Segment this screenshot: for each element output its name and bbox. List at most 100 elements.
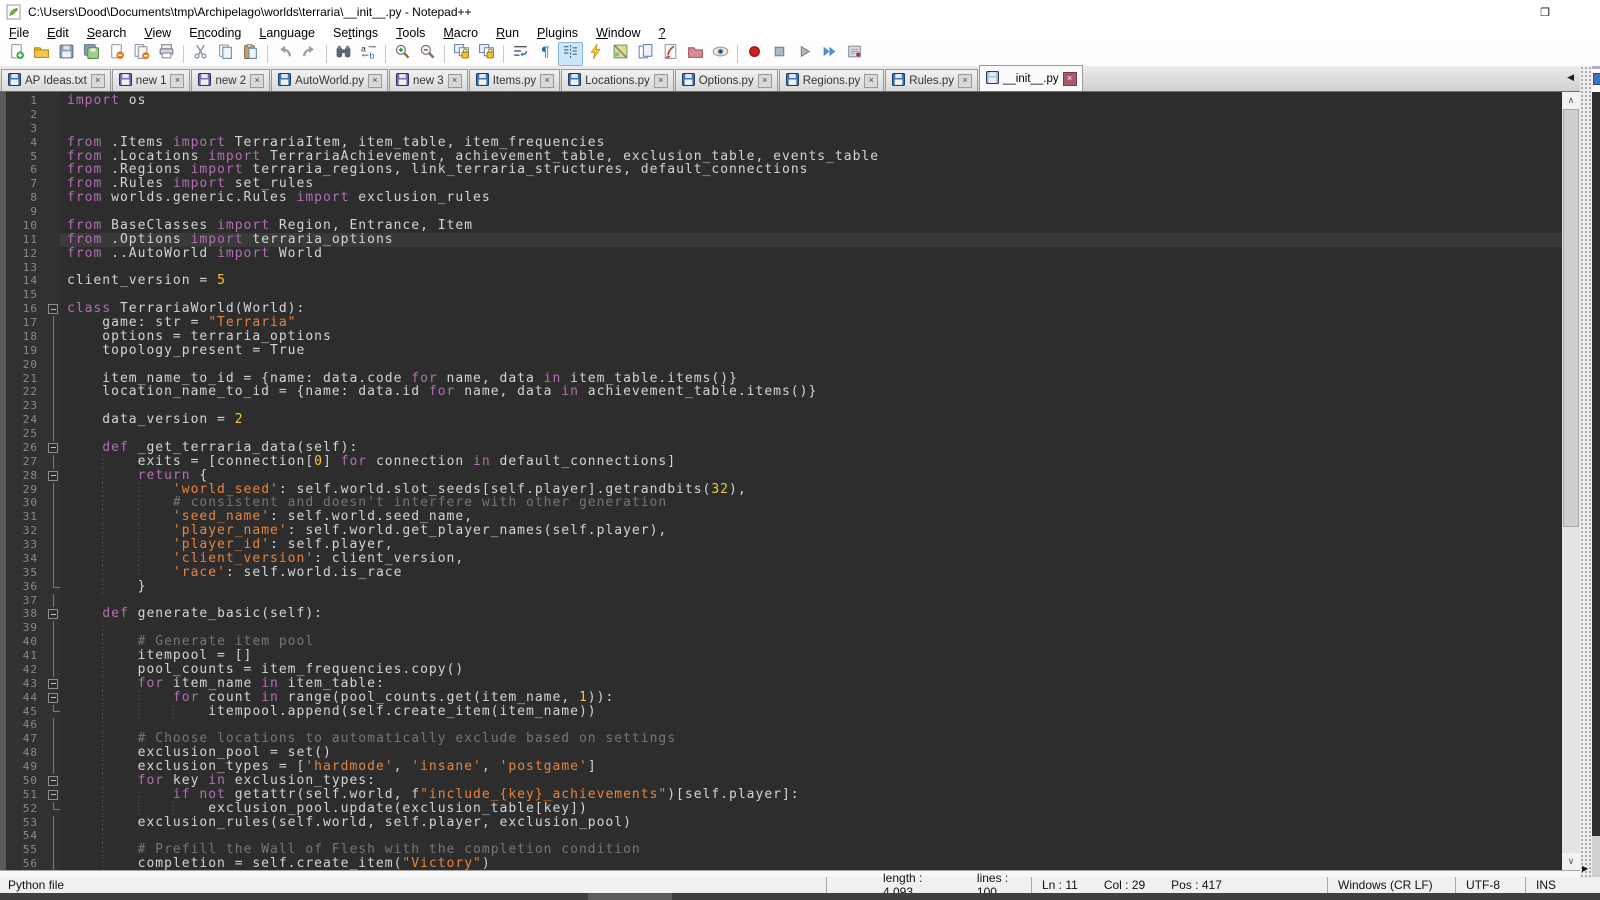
- toolbar-function-list-button[interactable]: [658, 42, 683, 66]
- file-monitoring-icon: [712, 43, 729, 65]
- fold-toggle-icon[interactable]: [48, 443, 58, 453]
- toolbar-find-button[interactable]: [331, 42, 356, 66]
- tab-new-2[interactable]: new 2×: [191, 69, 270, 91]
- tab-rules-py[interactable]: Rules.py×: [885, 69, 978, 91]
- toolbar-document-switcher-button[interactable]: [633, 42, 658, 66]
- toolbar-print-button[interactable]: [154, 42, 179, 66]
- maximize-button[interactable]: ❐: [1522, 0, 1568, 24]
- fold-margin: [46, 274, 60, 288]
- fold-margin: [46, 774, 60, 788]
- tab-locations-py[interactable]: Locations.py×: [561, 69, 674, 91]
- toolbar-indent-guide-button[interactable]: [558, 42, 583, 66]
- toolbar-sync-vertical-scroll-button[interactable]: [449, 42, 474, 66]
- vertical-scrollbar[interactable]: ∧ ∨: [1562, 92, 1580, 870]
- code-line-text: 'seed_name': self.world.seed_name,: [60, 510, 1562, 524]
- vertical-scrollbar-thumb[interactable]: [1563, 109, 1579, 527]
- tab-scroll-left-arrow[interactable]: ◀: [1567, 72, 1574, 83]
- fold-margin: [46, 857, 60, 870]
- menu-item-plugins[interactable]: Plugins: [528, 25, 587, 41]
- toolbar-folder-as-workspace-button[interactable]: [683, 42, 708, 66]
- toolbar-replace-button[interactable]: ab: [356, 42, 381, 66]
- menu-item-macro[interactable]: Macro: [434, 25, 487, 41]
- line-number: 42: [0, 663, 46, 677]
- toolbar-cut-button[interactable]: [188, 42, 213, 66]
- tab-close-button[interactable]: ×: [448, 74, 462, 88]
- tab-items-py[interactable]: Items.py×: [469, 69, 560, 91]
- tab-new-3[interactable]: new 3×: [389, 69, 468, 91]
- fold-toggle-icon[interactable]: [48, 471, 58, 481]
- toolbar-macro-record-button[interactable]: [742, 42, 767, 66]
- code-editor[interactable]: 1import os234from .Items import Terraria…: [0, 92, 1580, 870]
- tab-close-button[interactable]: ×: [758, 74, 772, 88]
- scroll-up-arrow[interactable]: ∧: [1562, 92, 1580, 109]
- toolbar-undo-button[interactable]: [272, 42, 297, 66]
- tab-close-button[interactable]: ×: [654, 74, 668, 88]
- fold-toggle-icon[interactable]: [48, 790, 58, 800]
- toolbar-close-all-button[interactable]: [129, 42, 154, 66]
- toolbar-define-language-button[interactable]: [583, 42, 608, 66]
- tab-new-1[interactable]: new 1×: [112, 69, 191, 91]
- tab-regions-py[interactable]: Regions.py×: [779, 69, 885, 91]
- fold-margin: [46, 316, 60, 330]
- fold-toggle-icon[interactable]: [48, 609, 58, 619]
- toolbar-save-button[interactable]: [54, 42, 79, 66]
- toolbar-macro-stop-button[interactable]: [767, 42, 792, 66]
- view-splitter[interactable]: ▶: [1580, 66, 1592, 877]
- toolbar-sync-horizontal-scroll-button[interactable]: [474, 42, 499, 66]
- toolbar-paste-button[interactable]: [238, 42, 263, 66]
- toolbar-new-file-button[interactable]: [4, 42, 29, 66]
- toolbar-file-monitoring-button[interactable]: [708, 42, 733, 66]
- menu-item-edit[interactable]: Edit: [38, 25, 78, 41]
- tab-close-button[interactable]: ×: [250, 74, 264, 88]
- menu-item-window[interactable]: Window: [587, 25, 649, 41]
- tab-close-button[interactable]: ×: [864, 74, 878, 88]
- menu-item-tools[interactable]: Tools: [387, 25, 434, 41]
- toolbar-copy-button[interactable]: [213, 42, 238, 66]
- fold-toggle-icon[interactable]: [48, 776, 58, 786]
- toolbar-document-map-button[interactable]: [608, 42, 633, 66]
- tab-close-button[interactable]: ×: [958, 74, 972, 88]
- toolbar-macro-save-button[interactable]: [842, 42, 867, 66]
- toolbar-show-all-characters-button[interactable]: ¶: [533, 42, 558, 66]
- menu-item-settings[interactable]: Settings: [324, 25, 387, 41]
- tab-close-button[interactable]: ×: [170, 74, 184, 88]
- tab-init-py[interactable]: __init__.py×: [979, 65, 1083, 91]
- splitter-right-arrow-icon[interactable]: ▶: [1582, 864, 1588, 873]
- fold-toggle-icon[interactable]: [48, 693, 58, 703]
- menu-item-search[interactable]: Search: [78, 25, 136, 41]
- toolbar-macro-play-button[interactable]: [792, 42, 817, 66]
- tab-close-button[interactable]: ×: [540, 74, 554, 88]
- tab-close-button[interactable]: ×: [1063, 72, 1077, 86]
- menu-item-[interactable]: ?: [650, 25, 675, 41]
- toolbar-macro-run-multiple-button[interactable]: [817, 42, 842, 66]
- menu-item-file[interactable]: File: [0, 25, 38, 41]
- tab-close-button[interactable]: ×: [368, 74, 382, 88]
- status-cursor-position[interactable]: Ln : 11 Col : 29 Pos : 417: [1031, 877, 1327, 893]
- tab-ap-ideas-txt[interactable]: AP Ideas.txt×: [1, 69, 111, 91]
- menu-item-encoding[interactable]: Encoding: [180, 25, 250, 41]
- fold-toggle-icon[interactable]: [48, 304, 58, 314]
- menu-item-language[interactable]: Language: [250, 25, 324, 41]
- horizontal-scrollbar[interactable]: [0, 870, 1580, 877]
- toolbar-save-all-button[interactable]: [79, 42, 104, 66]
- code-line-text: def _get_terraria_data(self):: [60, 441, 1562, 455]
- toolbar-close-file-button[interactable]: [104, 42, 129, 66]
- code-line: 48 exclusion_pool = set(): [0, 746, 1562, 760]
- toolbar-word-wrap-button[interactable]: [508, 42, 533, 66]
- fold-toggle-icon[interactable]: [48, 679, 58, 689]
- toolbar-zoom-out-button[interactable]: [415, 42, 440, 66]
- notepad-plus-plus-window: C:\Users\Dood\Documents\tmp\Archipelago\…: [0, 0, 1600, 900]
- tab-autoworld-py[interactable]: AutoWorld.py×: [271, 69, 388, 91]
- word-wrap-icon: [512, 43, 529, 65]
- tab-close-button[interactable]: ×: [91, 74, 105, 88]
- toolbar-open-file-button[interactable]: [29, 42, 54, 66]
- tab-options-py[interactable]: Options.py×: [675, 69, 778, 91]
- toolbar-zoom-in-button[interactable]: [390, 42, 415, 66]
- menu-item-view[interactable]: View: [135, 25, 180, 41]
- status-insert-mode[interactable]: INS: [1525, 877, 1600, 893]
- toolbar-redo-button[interactable]: [297, 42, 322, 66]
- menu-item-run[interactable]: Run: [487, 25, 528, 41]
- code-line: 23: [0, 399, 1562, 413]
- scroll-down-arrow[interactable]: ∨: [1562, 853, 1580, 870]
- line-number: 32: [0, 524, 46, 538]
